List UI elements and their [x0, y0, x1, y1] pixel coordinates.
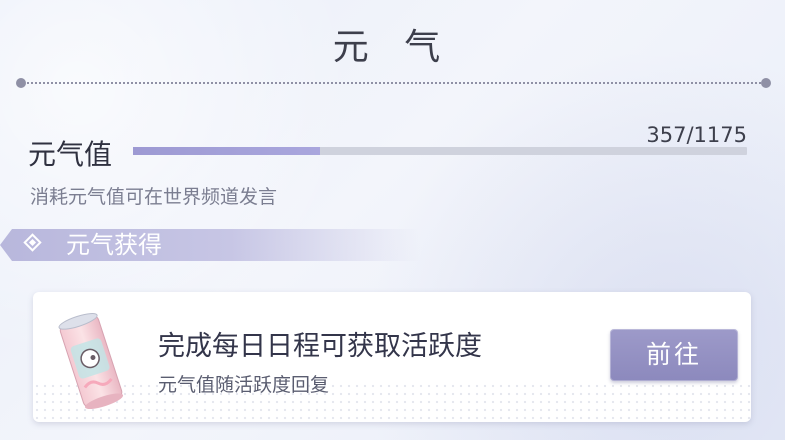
energy-progress-fill — [133, 147, 320, 155]
energy-label: 元气值 — [28, 138, 113, 171]
go-button[interactable]: 前往 — [610, 329, 738, 381]
section-title: 元气获得 — [66, 231, 162, 259]
section-banner — [0, 229, 420, 261]
header-divider — [16, 78, 771, 88]
panel-header: 元 气 — [0, 0, 785, 82]
page-title: 元 气 — [332, 27, 453, 68]
divider-dot-left — [16, 78, 26, 88]
energy-progress-bar — [133, 147, 747, 155]
energy-can-icon — [58, 313, 124, 410]
energy-hint: 消耗元气值可在世界频道发言 — [30, 186, 278, 208]
task-title: 完成每日日程可获取活跃度 — [158, 331, 482, 362]
energy-value: 357/1175 — [646, 123, 747, 147]
card-dot-pattern — [33, 382, 751, 422]
divider-dot-right — [761, 78, 771, 88]
task-card: 完成每日日程可获取活跃度 元气值随活跃度回复 前往 — [33, 292, 751, 422]
task-subtitle: 元气值随活跃度回复 — [158, 374, 330, 396]
